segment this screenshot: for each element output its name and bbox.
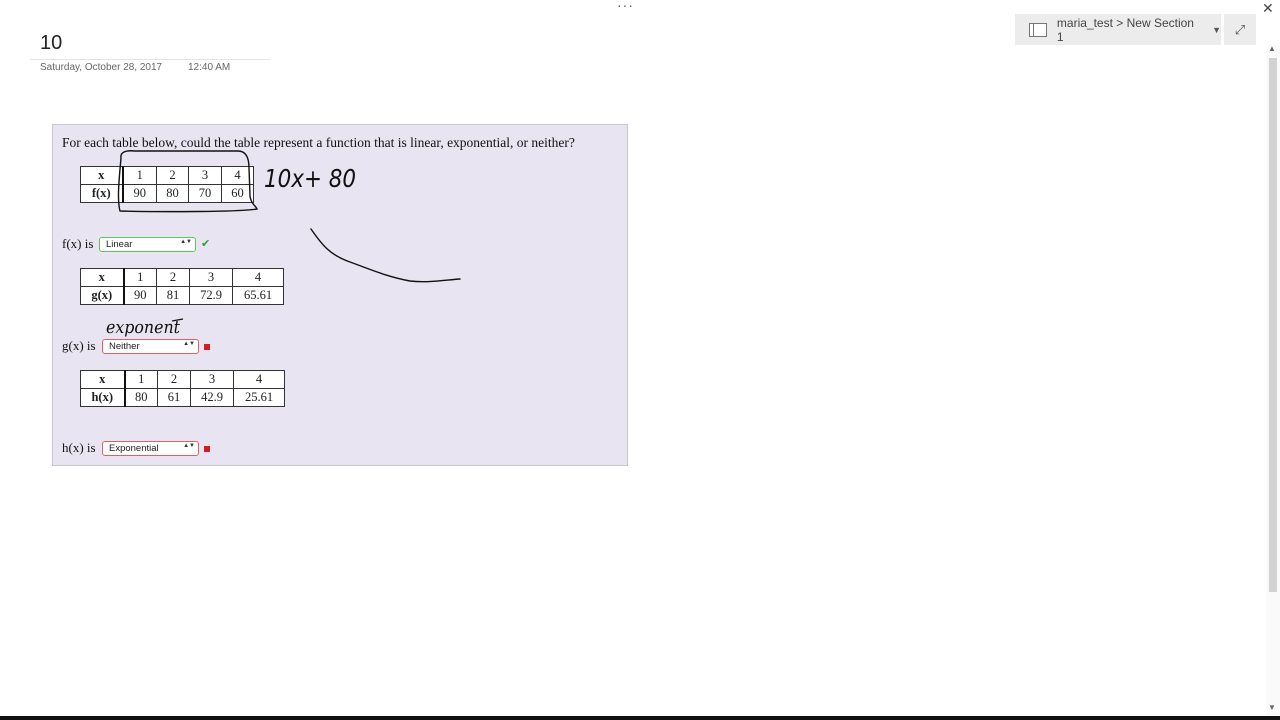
table-cell: 2 xyxy=(157,370,191,389)
table-cell: 80 xyxy=(156,184,189,203)
select-arrows-icon: ▲▼ xyxy=(183,341,195,347)
table-header-cell: h(x) xyxy=(80,388,126,407)
answer-label-f: f(x) is xyxy=(62,236,94,251)
expand-button[interactable]: ⤢ xyxy=(1224,14,1256,45)
scrollbar-thumb[interactable] xyxy=(1269,58,1277,592)
scroll-up-icon[interactable]: ▲ xyxy=(1268,44,1276,53)
page-date: Saturday, October 28, 2017 xyxy=(40,62,163,73)
table-cell: 3 xyxy=(189,268,233,287)
function-table-f: x 1 2 3 4 f(x) 90 80 70 60 xyxy=(80,166,254,203)
table-cell: 3 xyxy=(190,370,234,389)
table-cell: 2 xyxy=(156,166,189,185)
answer-select-f[interactable]: Linear ▲▼ xyxy=(99,237,196,252)
table-cell: 4 xyxy=(232,268,284,287)
notebook-section-selector[interactable]: maria_test > New Section 1 ▼ xyxy=(1015,14,1221,45)
error-mark-icon xyxy=(204,446,210,452)
table-cell: 1 xyxy=(124,370,158,389)
select-arrows-icon: ▲▼ xyxy=(183,443,195,449)
table-row: g(x) 90 81 72.9 65.61 xyxy=(80,286,284,305)
table-cell: 3 xyxy=(188,166,222,185)
table-row: x 1 2 3 4 xyxy=(80,370,285,389)
table-cell: 80 xyxy=(124,388,158,407)
function-table-g: x 1 2 3 4 g(x) 90 81 72.9 65.61 xyxy=(80,268,284,305)
notebook-icon xyxy=(1029,22,1047,37)
select-value: Exponential xyxy=(109,443,159,454)
table-cell: 90 xyxy=(122,184,157,203)
table-row: h(x) 80 61 42.9 25.61 xyxy=(80,388,285,407)
table-cell: 42.9 xyxy=(190,388,234,407)
table-cell: 4 xyxy=(221,166,254,185)
page-time: 12:40 AM xyxy=(188,62,231,73)
select-value: Linear xyxy=(106,239,133,250)
table-cell: 60 xyxy=(221,184,254,203)
select-arrows-icon: ▲▼ xyxy=(180,239,192,245)
answer-select-g[interactable]: Neither ▲▼ xyxy=(102,339,199,354)
select-value: Neither xyxy=(109,341,140,352)
title-divider xyxy=(30,59,270,60)
clipped-text-line xyxy=(56,104,396,109)
table-cell: 65.61 xyxy=(232,286,284,305)
table-row: x 1 2 3 4 xyxy=(80,268,284,287)
function-table-h: x 1 2 3 4 h(x) 80 61 42.9 25.61 xyxy=(80,370,285,407)
chevron-down-icon: ▼ xyxy=(1212,24,1221,35)
table-header-cell: x xyxy=(80,268,125,287)
error-mark-icon xyxy=(204,344,210,350)
table-header-cell: x xyxy=(80,370,126,389)
close-icon[interactable]: ✕ xyxy=(1262,0,1274,17)
table-header-cell: g(x) xyxy=(80,286,125,305)
notebook-location-label: maria_test > New Section 1 xyxy=(1056,15,1194,44)
table-cell: 25.61 xyxy=(233,388,285,407)
table-cell: 1 xyxy=(122,166,157,185)
table-cell: 90 xyxy=(123,286,157,305)
table-header-cell: x xyxy=(80,166,124,185)
page-title[interactable]: 10 xyxy=(40,32,62,55)
question-text: For each table below, could the table re… xyxy=(62,135,575,150)
table-cell: 81 xyxy=(156,286,190,305)
table-cell: 70 xyxy=(188,184,222,203)
checkmark-icon: ✔ xyxy=(201,238,211,250)
table-header-cell: f(x) xyxy=(80,184,124,203)
answer-label-g: g(x) is xyxy=(62,338,96,353)
more-options-icon[interactable]: ··· xyxy=(617,0,634,13)
table-cell: 72.9 xyxy=(189,286,233,305)
table-cell: 1 xyxy=(123,268,157,287)
scroll-down-icon[interactable]: ▼ xyxy=(1268,703,1276,712)
table-cell: 61 xyxy=(157,388,191,407)
answer-label-h: h(x) is xyxy=(62,440,96,455)
table-row: x 1 2 3 4 xyxy=(80,166,254,185)
answer-select-h[interactable]: Exponential ▲▼ xyxy=(102,441,199,456)
table-cell: 2 xyxy=(156,268,190,287)
pasted-problem-image: For each table below, could the table re… xyxy=(52,124,628,466)
expand-icon: ⤢ xyxy=(1234,21,1246,37)
table-row: f(x) 90 80 70 60 xyxy=(80,184,254,203)
taskbar-edge xyxy=(0,716,1280,720)
table-cell: 4 xyxy=(233,370,285,389)
